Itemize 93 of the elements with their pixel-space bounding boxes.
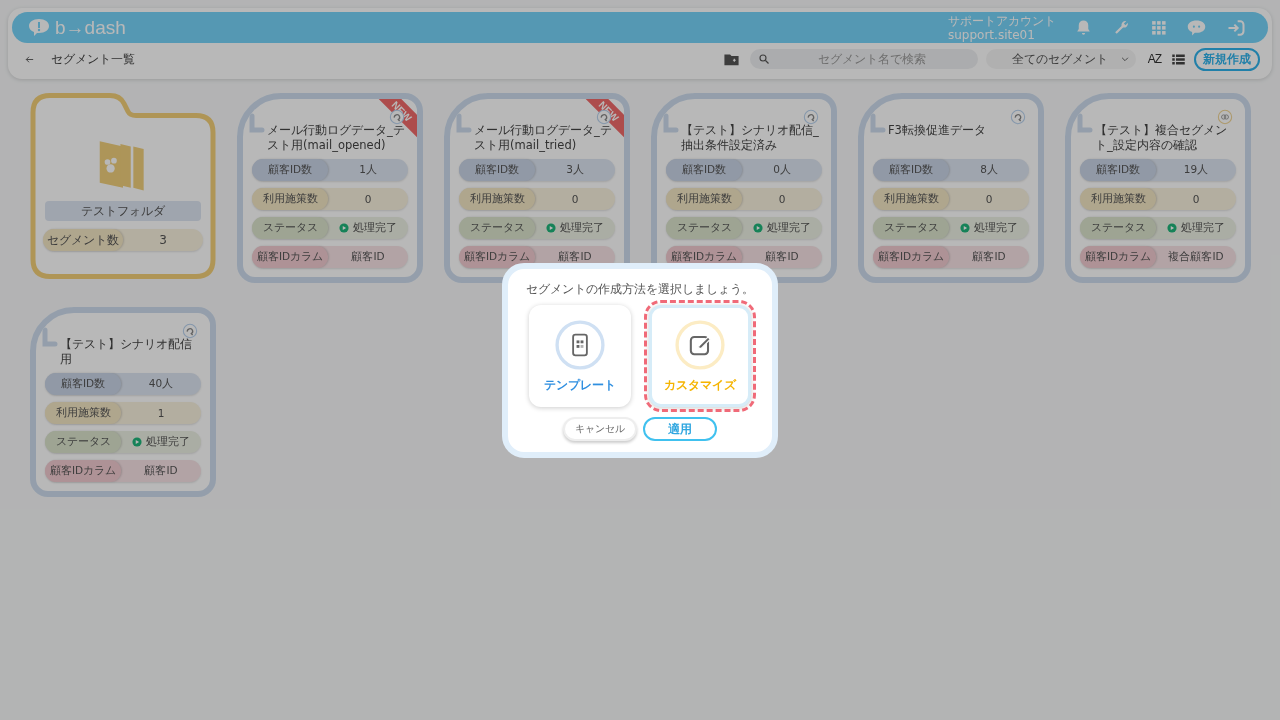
field-label: ステータス: [459, 217, 535, 239]
field-value: 顧客ID: [972, 250, 1006, 264]
field-value: 顧客ID: [144, 464, 178, 478]
cancel-button[interactable]: キャンセル: [563, 417, 637, 441]
field-label: ステータス: [666, 217, 742, 239]
field-value: 複合顧客ID: [1168, 250, 1224, 264]
field-value: 顧客ID: [765, 250, 799, 264]
field-value: 8人: [980, 163, 998, 177]
wrench-icon[interactable]: [1112, 18, 1131, 37]
field-value: 0人: [773, 163, 791, 177]
field-value: 1人: [359, 163, 377, 177]
field-label: 顧客IDカラム: [459, 246, 535, 268]
segment-type-icon: [1010, 109, 1026, 125]
field-value: 0: [1192, 193, 1200, 205]
field-label: ステータス: [1080, 217, 1156, 239]
overlap-circles-icon: [1217, 109, 1233, 125]
segment-title: 【テスト】シナリオ配信_抽出条件設定済み: [681, 123, 820, 153]
field-label: 顧客IDカラム: [873, 246, 949, 268]
field-label: 顧客ID数: [252, 159, 328, 181]
logout-icon[interactable]: [1226, 17, 1246, 38]
logo-text: b→dash: [55, 16, 126, 39]
field-label: ステータス: [873, 217, 949, 239]
field-label: 顧客IDカラム: [252, 246, 328, 268]
segment-title: F3転換促進データ: [888, 123, 987, 138]
field-label: 利用施策数: [252, 188, 328, 210]
field-label: 顧客ID数: [45, 373, 121, 395]
segment-card[interactable]: F3転換促進データ 顧客ID数 8人 利用施策数 0 ステータス 処理完了 顧客IDカラム 顧客ID: [858, 93, 1044, 283]
corner-fold-icon: [1077, 113, 1093, 133]
edit-icon: [675, 319, 725, 370]
corner-fold-icon: [249, 113, 265, 133]
field-value: 1: [157, 407, 165, 419]
field-label: 顧客ID数: [666, 159, 742, 181]
grid-icon[interactable]: [1150, 19, 1167, 36]
corner-fold-icon: [663, 113, 679, 133]
play-icon: [546, 223, 556, 233]
play-icon: [1167, 223, 1177, 233]
corner-fold-icon: [870, 113, 886, 133]
corner-fold-icon: [456, 113, 472, 133]
field-value: 顧客ID: [351, 250, 385, 264]
search-icon: [757, 53, 770, 65]
field-value: 0: [364, 193, 372, 205]
corner-fold-icon: [42, 327, 58, 347]
segment-filter-dropdown[interactable]: 全てのセグメント: [985, 49, 1136, 69]
field-value: 3人: [566, 163, 584, 177]
field-value: 処理完了: [767, 221, 811, 235]
segment-title: メール行動ログデータ_テスト用(mail_tried): [474, 123, 613, 153]
method-option[interactable]: テンプレート: [529, 305, 631, 407]
field-value: 処理完了: [1181, 221, 1225, 235]
segment-card[interactable]: 【テスト】シナリオ配信用 顧客ID数 40人 利用施策数 1 ステータス 処理完了 顧客IDカラム 顧客ID: [30, 307, 216, 497]
field-label: 利用施策数: [1080, 188, 1156, 210]
play-icon: [753, 223, 763, 233]
field-label: 顧客IDカラム: [1080, 246, 1156, 268]
field-value: 処理完了: [146, 435, 190, 449]
account-id: support.site01: [948, 27, 1036, 42]
field-value: 0: [571, 193, 579, 205]
field-label: 顧客ID数: [873, 159, 949, 181]
field-label: 顧客IDカラム: [45, 460, 121, 482]
field-label: ステータス: [252, 217, 328, 239]
segment-card[interactable]: 【テスト】複合セグメント_設定内容の確認 顧客ID数 19人 利用施策数 0 ステータス 処理完了 顧客IDカラム 複合顧客ID: [1065, 93, 1251, 283]
field-value: 処理完了: [353, 221, 397, 235]
play-icon: [339, 223, 349, 233]
segment-title: 【テスト】シナリオ配信用: [60, 337, 193, 367]
field-label: ステータス: [45, 431, 121, 453]
page-title: セグメント一覧: [51, 50, 135, 68]
segment-title: 【テスト】複合セグメント_設定内容の確認: [1095, 123, 1228, 153]
field-value: 40人: [148, 377, 174, 391]
field-value: 処理完了: [560, 221, 604, 235]
field-value: 0: [778, 193, 786, 205]
folder-name: テストフォルダ: [45, 201, 201, 221]
field-label: 利用施策数: [666, 188, 742, 210]
account-name: サポートアカウント: [948, 13, 1056, 28]
field-value: 処理完了: [974, 221, 1018, 235]
field-label: 顧客ID数: [1080, 159, 1156, 181]
dialog-prompt: セグメントの作成方法を選択しましょう。: [526, 281, 754, 298]
field-label: 顧客ID数: [459, 159, 535, 181]
back-icon[interactable]: [24, 53, 35, 65]
segment-title: メール行動ログデータ_テスト用(mail_opened): [267, 123, 406, 153]
field-value: 顧客ID: [558, 250, 592, 264]
count-label: セグメント数: [43, 229, 123, 251]
field-value: 0: [985, 193, 993, 205]
segment-type-icon: [182, 323, 198, 339]
play-icon: [132, 437, 142, 447]
segment-card[interactable]: 【テスト】シナリオ配信_抽出条件設定済み 顧客ID数 0人 利用施策数 0 ステータス 処理完了 顧客IDカラム 顧客ID: [651, 93, 837, 283]
field-label: 利用施策数: [873, 188, 949, 210]
field-label: 利用施策数: [45, 402, 121, 424]
sort-button[interactable]: AZ: [1147, 52, 1161, 66]
field-value: 19人: [1183, 163, 1209, 177]
field-label: 利用施策数: [459, 188, 535, 210]
count-value: 3: [158, 233, 168, 247]
template-icon: [555, 319, 605, 370]
segment-type-icon: [803, 109, 819, 125]
play-icon: [960, 223, 970, 233]
chevron-down-icon: [1119, 54, 1130, 64]
